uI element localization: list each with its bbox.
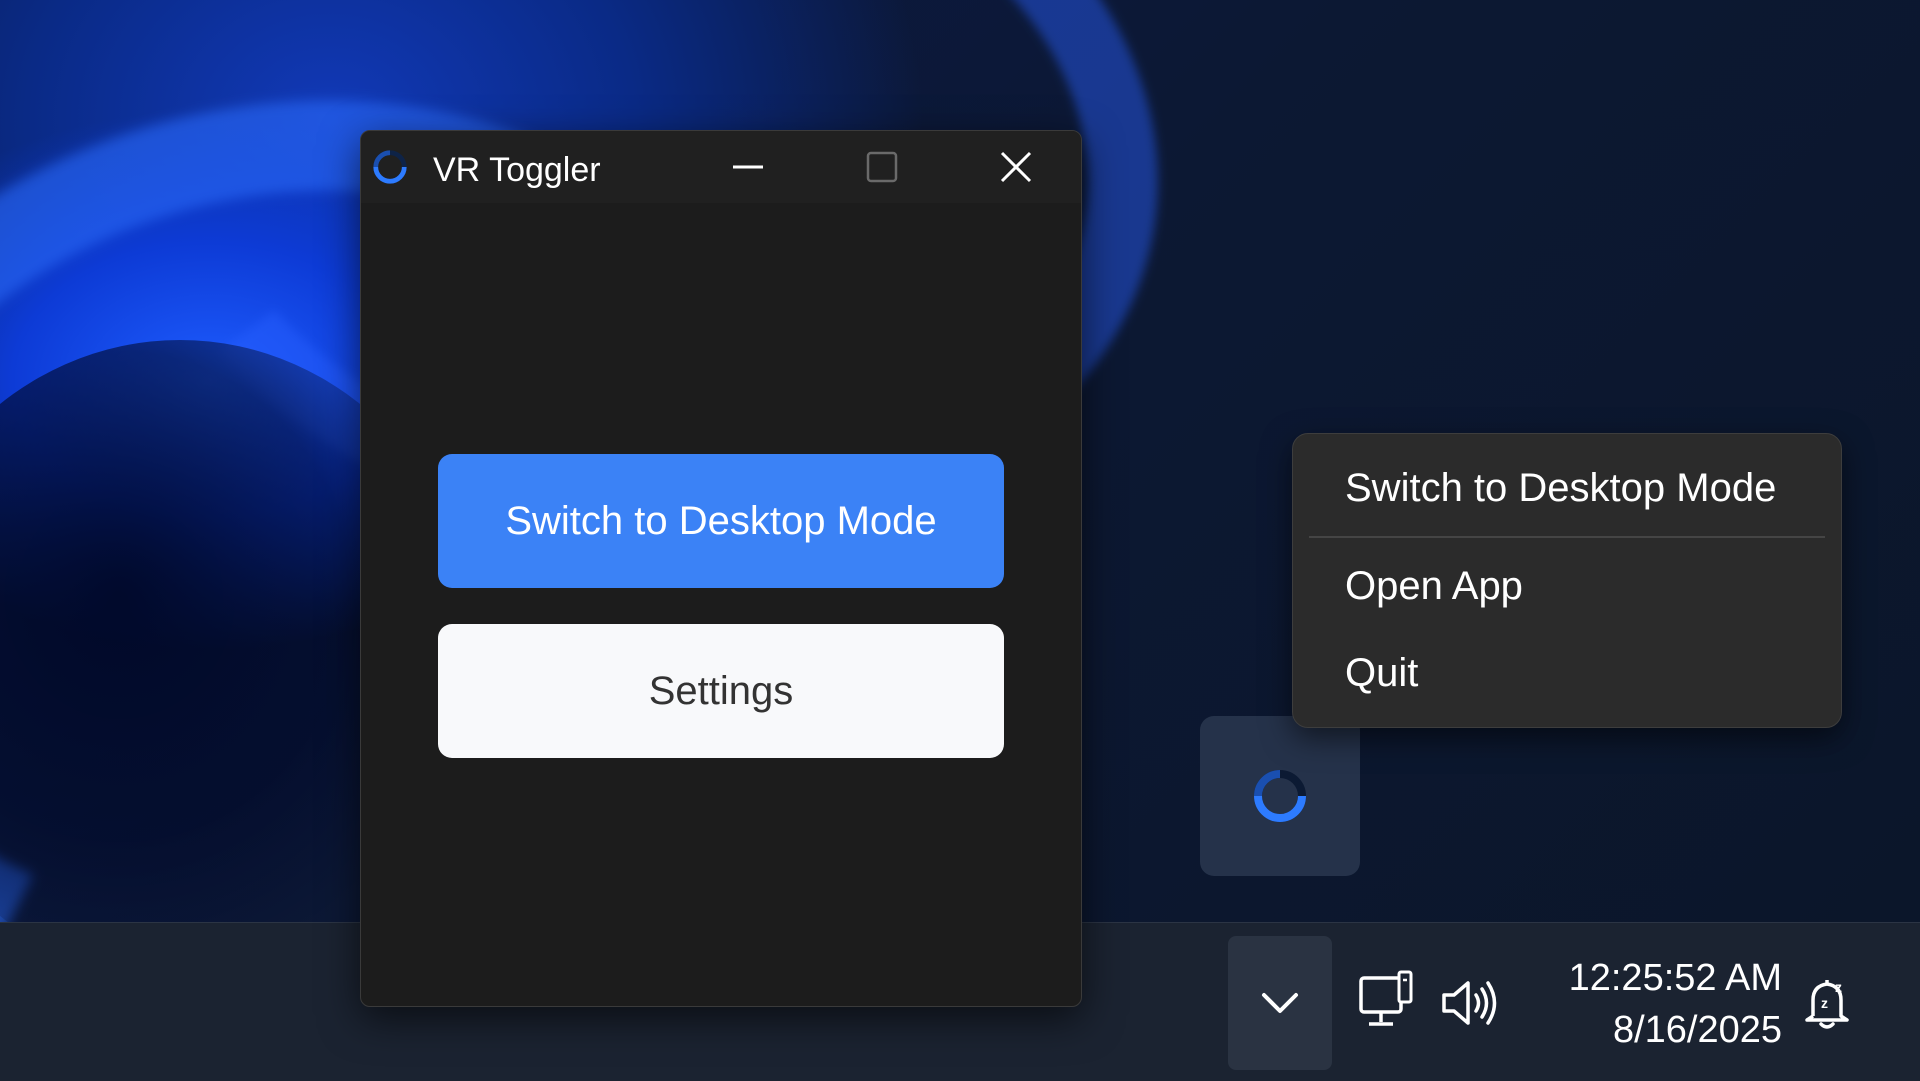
network-icon[interactable] [1357, 970, 1417, 1037]
close-icon [1000, 151, 1032, 183]
switch-to-desktop-mode-button[interactable]: Switch to Desktop Mode [438, 454, 1004, 588]
window-title: VR Toggler [433, 151, 601, 189]
settings-button[interactable]: Settings [438, 624, 1004, 758]
menu-divider [1309, 536, 1825, 538]
svg-text:z: z [1821, 995, 1828, 1011]
close-button[interactable] [949, 131, 1081, 203]
chevron-down-icon [1262, 993, 1298, 1013]
title-bar[interactable]: VR Toggler [361, 131, 1081, 203]
minimize-icon [733, 165, 763, 169]
menu-item-switch-desktop-mode[interactable]: Switch to Desktop Mode [1345, 466, 1776, 511]
menu-item-open-app[interactable]: Open App [1345, 564, 1523, 609]
volume-icon[interactable] [1440, 978, 1500, 1033]
maximize-button [815, 131, 949, 203]
tray-app-icon-button[interactable] [1200, 716, 1360, 876]
clock-time: 12:25:52 AM [1568, 957, 1782, 999]
taskbar-clock[interactable]: 12:25:52 AM 8/16/2025 [1530, 952, 1782, 1056]
tray-context-menu: Switch to Desktop Mode Open App Quit [1292, 433, 1842, 728]
tray-overflow-button[interactable] [1228, 936, 1332, 1070]
minimize-button[interactable] [681, 131, 815, 203]
svg-text:z: z [1835, 979, 1842, 995]
ring-loader-icon [373, 150, 407, 184]
menu-item-quit[interactable]: Quit [1345, 651, 1418, 696]
notification-icon[interactable]: z z [1803, 974, 1855, 1037]
ring-loader-icon [1254, 770, 1306, 822]
app-window: VR Toggler Switch to Desktop Mode Settin… [360, 130, 1082, 1007]
maximize-icon [866, 151, 898, 183]
clock-date: 8/16/2025 [1612, 1009, 1782, 1051]
